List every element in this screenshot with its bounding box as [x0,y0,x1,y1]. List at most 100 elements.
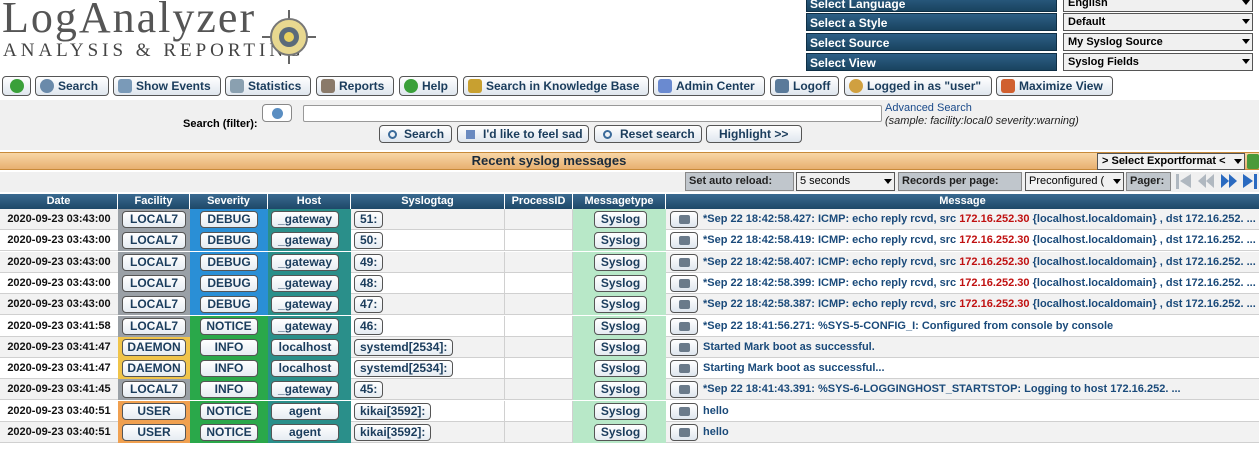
message-ip[interactable]: 172.16.252.30 [959,298,1029,310]
reports-button[interactable]: Reports [316,76,394,96]
host-button[interactable]: _gateway [271,296,339,314]
message-text[interactable]: hello [703,422,1259,443]
message-details-button[interactable] [670,338,698,356]
style-select[interactable]: Default [1063,13,1253,31]
severity-button[interactable]: DEBUG [200,211,258,228]
syslogtag-button[interactable]: 50: [354,232,384,250]
severity-button[interactable]: INFO [200,360,258,378]
language-select[interactable]: English [1063,0,1253,12]
statistics-button[interactable]: Statistics [225,76,311,96]
facility-button[interactable]: LOCAL7 [122,232,186,250]
help-button[interactable]: Help [399,76,458,96]
column-header[interactable]: Severity [190,194,268,209]
show-events-button[interactable]: Show Events [113,76,221,96]
messagetype-button[interactable]: Syslog [594,338,647,356]
table-row[interactable]: 2020-09-23 03:43:00 LOCAL7 DEBUG _gateway 47… [0,294,1259,316]
facility-button[interactable]: LOCAL7 [122,253,186,271]
table-row[interactable]: 2020-09-23 03:41:47 DAEMON INFO localhost sy… [0,358,1259,380]
messagetype-button[interactable]: Syslog [594,424,647,441]
host-button[interactable]: _gateway [271,211,339,228]
auto-reload-select[interactable]: 5 seconds [796,172,895,191]
table-row[interactable]: 2020-09-23 03:40:51 USER NOTICE agent kikai[… [0,400,1259,422]
facility-button[interactable]: LOCAL7 [122,296,186,314]
message-text[interactable]: Starting Mark boot as successful... [703,358,1259,379]
facility-button[interactable]: LOCAL7 [122,274,186,292]
severity-button[interactable]: DEBUG [200,296,258,314]
table-row[interactable]: 2020-09-23 03:43:00 LOCAL7 DEBUG _gateway 50… [0,230,1259,252]
table-row[interactable]: 2020-09-23 03:43:00 LOCAL7 DEBUG _gateway 51… [0,209,1259,230]
admin-center-button[interactable]: Admin Center [653,76,765,96]
severity-button[interactable]: NOTICE [200,317,258,335]
home-button[interactable] [2,76,31,96]
facility-button[interactable]: LOCAL7 [122,211,186,228]
facility-button[interactable]: USER [122,424,186,441]
messagetype-button[interactable]: Syslog [594,402,647,420]
facility-button[interactable]: USER [122,402,186,420]
maximize-view-button[interactable]: Maximize View [996,76,1113,96]
message-ip[interactable]: 172.16.252.30 [959,213,1029,225]
messagetype-button[interactable]: Syslog [594,274,647,292]
syslogtag-button[interactable]: 49: [354,253,384,271]
syslogtag-button[interactable]: 45: [354,381,384,399]
message-text[interactable]: *Sep 22 18:42:58.407: ICMP: echo reply r… [703,252,1259,273]
column-header[interactable]: Message [666,194,1259,209]
severity-button[interactable]: INFO [200,338,258,356]
advanced-search-link[interactable]: Advanced Search [885,102,972,114]
search-options-toggle[interactable] [262,104,292,122]
message-text[interactable]: *Sep 22 18:42:58.387: ICMP: echo reply r… [703,294,1259,315]
severity-button[interactable]: NOTICE [200,402,258,420]
host-button[interactable]: agent [271,402,339,420]
export-icon[interactable] [1247,154,1259,169]
syslogtag-button[interactable]: kikai[3592]: [354,424,432,441]
messagetype-button[interactable]: Syslog [594,317,647,335]
table-row[interactable]: 2020-09-23 03:43:00 LOCAL7 DEBUG _gateway 49… [0,251,1259,273]
syslogtag-button[interactable]: 51: [354,211,384,228]
previous-page-icon[interactable] [1198,174,1216,189]
facility-button[interactable]: LOCAL7 [122,317,186,335]
message-details-button[interactable] [670,296,698,314]
search-button[interactable]: Search [379,125,452,143]
host-button[interactable]: _gateway [271,274,339,292]
message-text[interactable]: *Sep 22 18:41:56.271: %SYS-5-CONFIG_I: C… [703,316,1259,337]
message-details-button[interactable] [670,232,698,250]
message-text[interactable]: Started Mark boot as successful. [703,337,1259,358]
logoff-button[interactable]: Logoff [770,76,839,96]
message-ip[interactable]: 172.16.252.30 [959,277,1029,289]
host-button[interactable]: _gateway [271,317,339,335]
message-details-button[interactable] [670,253,698,271]
message-text[interactable]: *Sep 22 18:41:43.391: %SYS-6-LOGGINGHOST… [703,379,1259,400]
message-ip[interactable]: 172.16.252.30 [959,256,1029,268]
host-button[interactable]: _gateway [271,381,339,399]
table-row[interactable]: 2020-09-23 03:41:58 LOCAL7 NOTICE _gateway 4… [0,315,1259,337]
view-select[interactable]: Syslog Fields [1063,53,1253,71]
facility-button[interactable]: DAEMON [122,338,186,356]
records-per-page-select[interactable]: Preconfigured ( [1025,172,1124,191]
logged-in-button[interactable]: Logged in as "user" [844,76,992,96]
column-header[interactable]: Date [0,194,118,209]
message-details-button[interactable] [670,424,698,441]
export-format-select[interactable]: > Select Exportformat < [1097,153,1245,170]
syslogtag-button[interactable]: 48: [354,274,384,292]
table-row[interactable]: 2020-09-23 03:41:45 LOCAL7 INFO _gateway 45:… [0,379,1259,401]
reset-search-button[interactable]: Reset search [594,125,702,143]
column-header[interactable]: ProcessID [505,194,573,209]
next-page-icon[interactable] [1221,174,1239,189]
messagetype-button[interactable]: Syslog [594,360,647,378]
message-details-button[interactable] [670,274,698,292]
messagetype-button[interactable]: Syslog [594,253,647,271]
message-text[interactable]: hello [703,401,1259,422]
message-ip[interactable]: 172.16.252.30 [959,234,1029,246]
column-header[interactable]: Host [268,194,351,209]
feel-sad-button[interactable]: I'd like to feel sad [457,125,589,143]
message-details-button[interactable] [670,211,698,228]
messagetype-button[interactable]: Syslog [594,211,647,228]
last-page-icon[interactable] [1243,174,1259,189]
syslogtag-button[interactable]: 47: [354,296,384,314]
table-row[interactable]: 2020-09-23 03:41:47 DAEMON INFO localhost sy… [0,336,1259,358]
host-button[interactable]: agent [271,424,339,441]
message-details-button[interactable] [670,360,698,378]
messagetype-button[interactable]: Syslog [594,381,647,399]
host-button[interactable]: _gateway [271,232,339,250]
first-page-icon[interactable] [1175,174,1193,189]
table-row[interactable]: 2020-09-23 03:43:00 LOCAL7 DEBUG _gateway 48… [0,272,1259,294]
